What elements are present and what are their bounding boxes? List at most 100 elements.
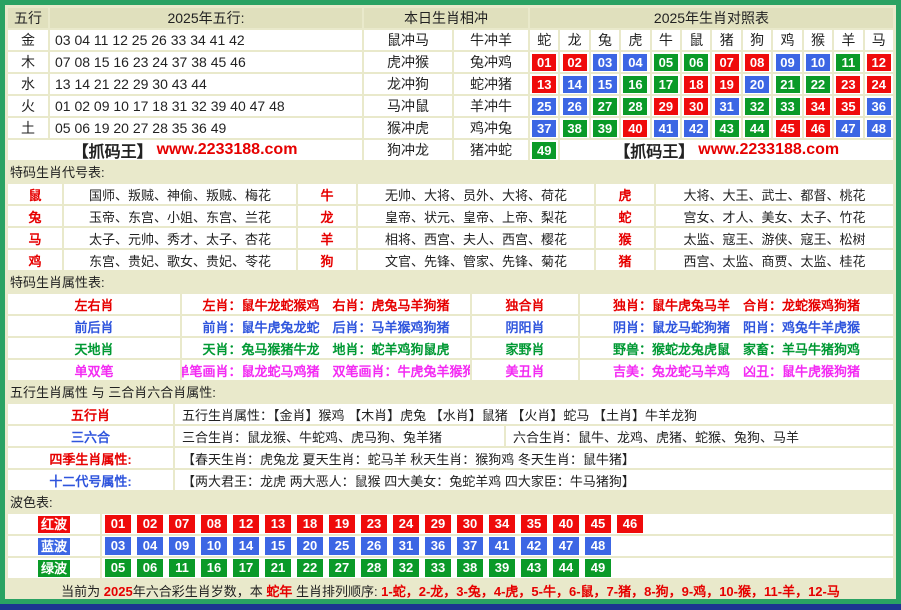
number-cell: 06 [682,52,710,72]
wuxing-row-label: 三六合 [8,426,173,446]
number-cell: 19 [712,74,740,94]
attr-left-text: 单笔画肖：鼠龙蛇马鸡猪 双笔画肖：牛虎兔羊猴狗 [182,360,470,380]
code-description-cell: 无帅、大将、员外、大将、荷花 [358,184,594,204]
number-chip: 35 [521,515,547,533]
attr-right-text: 吉美：兔龙蛇马羊鸡 凶丑：鼠牛虎猴狗猪 [580,360,893,380]
attr-right-text: 阴肖：鼠龙马蛇狗猪 阳肖：鸡兔牛羊虎猴 [580,316,893,336]
footer-zodiac-sequence: 1-蛇，2-龙，3-兔，4-虎，5-牛，6-鼠，7-猪，8-狗，9-鸡，10-猴… [381,584,840,599]
wuxing-content-cell: 六合生肖：鼠牛、龙鸡、虎猪、蛇猴、兔狗、马羊 [506,426,893,446]
number-chip: 01 [105,515,131,533]
code-description-cell: 太子、元帅、秀才、太子、杏花 [64,228,296,248]
number-chip: 18 [297,515,323,533]
number-chip: 29 [425,515,451,533]
number-cell: 43 [712,118,740,138]
code-description-cell: 文官、先锋、管家、先锋、菊花 [358,250,594,270]
number-chip: 43 [715,120,739,137]
number-chip: 24 [867,76,891,93]
number-chip: 49 [585,559,611,577]
attr-left-text: 左肖：鼠牛龙蛇猴鸡 右肖：虎兔马羊狗猪 [182,294,470,314]
wave-label-cell: 绿波 [8,558,100,578]
wuxing-content-cell: 五行生肖属性：【金肖】猴鸡 【木肖】虎兔 【水肖】鼠猪 【火肖】蛇马 【土肖】牛… [175,404,893,424]
attr-right-text: 野兽：猴蛇龙兔虎鼠 家畜：羊马牛猪狗鸡 [580,338,893,358]
element-name-cell: 金 [8,30,48,50]
attr-left-label: 左右肖 [8,294,180,314]
number-chip: 47 [836,120,860,137]
attr-right-label: 阴阳肖 [472,316,578,336]
wave-color-table: 红波0102070812131819232429303435404546蓝波03… [8,514,893,578]
number-cell: 10 [804,52,832,72]
number-chip: 14 [233,537,259,555]
clash-pair-cell: 鼠冲马 [364,30,452,50]
page-frame: 五行2025年五行:本日生肖相冲2025年生肖对照表金03 04 11 12 2… [0,0,901,604]
number-chip: 38 [457,559,483,577]
number-chip: 04 [137,537,163,555]
number-chip: 03 [593,54,617,71]
wave-numbers-cell: 03040910141520252631363741424748 [102,536,893,556]
number-cell: 32 [743,96,771,116]
number-cell: 31 [712,96,740,116]
wave-row: 绿波05061116172122272832333839434449 [8,558,893,578]
number-cell: 40 [621,118,649,138]
number-cell: 36 [865,96,893,116]
footer-text-3: 生肖排列顺序: [292,584,381,599]
number-chip: 41 [489,537,515,555]
number-chip: 07 [715,54,739,71]
brand-site-link[interactable]: www.2233188.com [698,141,839,159]
zodiac-attribute-table: 左右肖左肖：鼠牛龙蛇猴鸡 右肖：虎兔马羊狗猪独合肖独肖：鼠牛虎兔马羊 合肖：龙蛇… [8,294,893,380]
number-chip: 42 [521,537,547,555]
wuxing-table-title: 五行生肖属性 与 三合肖六合肖属性: [10,385,893,401]
daily-clash-header: 本日生肖相冲 [364,8,528,28]
wuxing-row-content: 五行生肖属性：【金肖】猴鸡 【木肖】虎兔 【水肖】鼠猪 【火肖】蛇马 【土肖】牛… [175,404,893,424]
number-chip: 05 [105,559,131,577]
zodiac-name-cell: 狗 [743,30,771,50]
number-cell: 46 [804,118,832,138]
number-chip: 24 [393,515,419,533]
number-cell: 13 [530,74,558,94]
number-chip: 32 [745,98,769,115]
wuxing-content-cell: 【两大君王：龙虎 两大恶人：鼠猴 四大美女：兔蛇羊鸡 四大家臣：牛马猪狗】 [175,470,893,490]
number-chip: 36 [867,98,891,115]
element-name-cell: 土 [8,118,48,138]
number-cell: 20 [743,74,771,94]
zodiac-name-cell: 虎 [621,30,649,50]
clash-pair-cell: 牛冲羊 [454,30,528,50]
number-chip: 22 [297,559,323,577]
zodiac-name-cell: 兔 [591,30,619,50]
number-chip: 48 [585,537,611,555]
number-cell: 23 [834,74,862,94]
number-chip: 28 [623,98,647,115]
number-chip: 13 [265,515,291,533]
number-cell: 29 [652,96,680,116]
number-cell: 12 [865,52,893,72]
number-cell: 48 [865,118,893,138]
number-chip: 06 [137,559,163,577]
wave-label-cell: 蓝波 [8,536,100,556]
number-cell: 16 [621,74,649,94]
number-chip: 13 [532,76,556,93]
wuxing-sanliu-table: 五行肖五行生肖属性：【金肖】猴鸡 【木肖】虎兔 【水肖】鼠猪 【火肖】蛇马 【土… [8,404,893,490]
number-chip: 15 [265,537,291,555]
clash-pair-cell: 蛇冲猪 [454,74,528,94]
code-zodiac-cell: 狗 [298,250,356,270]
number-chip: 48 [867,120,891,137]
wuxing-row: 十二代号属性:【两大君王：龙虎 两大恶人：鼠猴 四大美女：兔蛇羊鸡 四大家臣：牛… [8,470,893,490]
number-chip: 37 [457,537,483,555]
wave-numbers-cell: 0102070812131819232429303435404546 [102,514,893,534]
clash-pair-cell: 鸡冲兔 [454,118,528,138]
number-chip: 32 [393,559,419,577]
number-chip: 20 [745,76,769,93]
brand-site-link[interactable]: www.2233188.com [157,141,298,159]
number-cell: 14 [560,74,588,94]
number-chip: 11 [169,559,195,577]
number-cell: 35 [834,96,862,116]
number-chip: 29 [654,98,678,115]
number-cell: 01 [530,52,558,72]
number-chip: 26 [563,98,587,115]
number-cell: 37 [530,118,558,138]
number-chip: 10 [806,54,830,71]
number-chip: 04 [623,54,647,71]
number-cell: 18 [682,74,710,94]
bottom-border-strip [0,604,901,610]
number-chip: 28 [361,559,387,577]
number-cell: 04 [621,52,649,72]
